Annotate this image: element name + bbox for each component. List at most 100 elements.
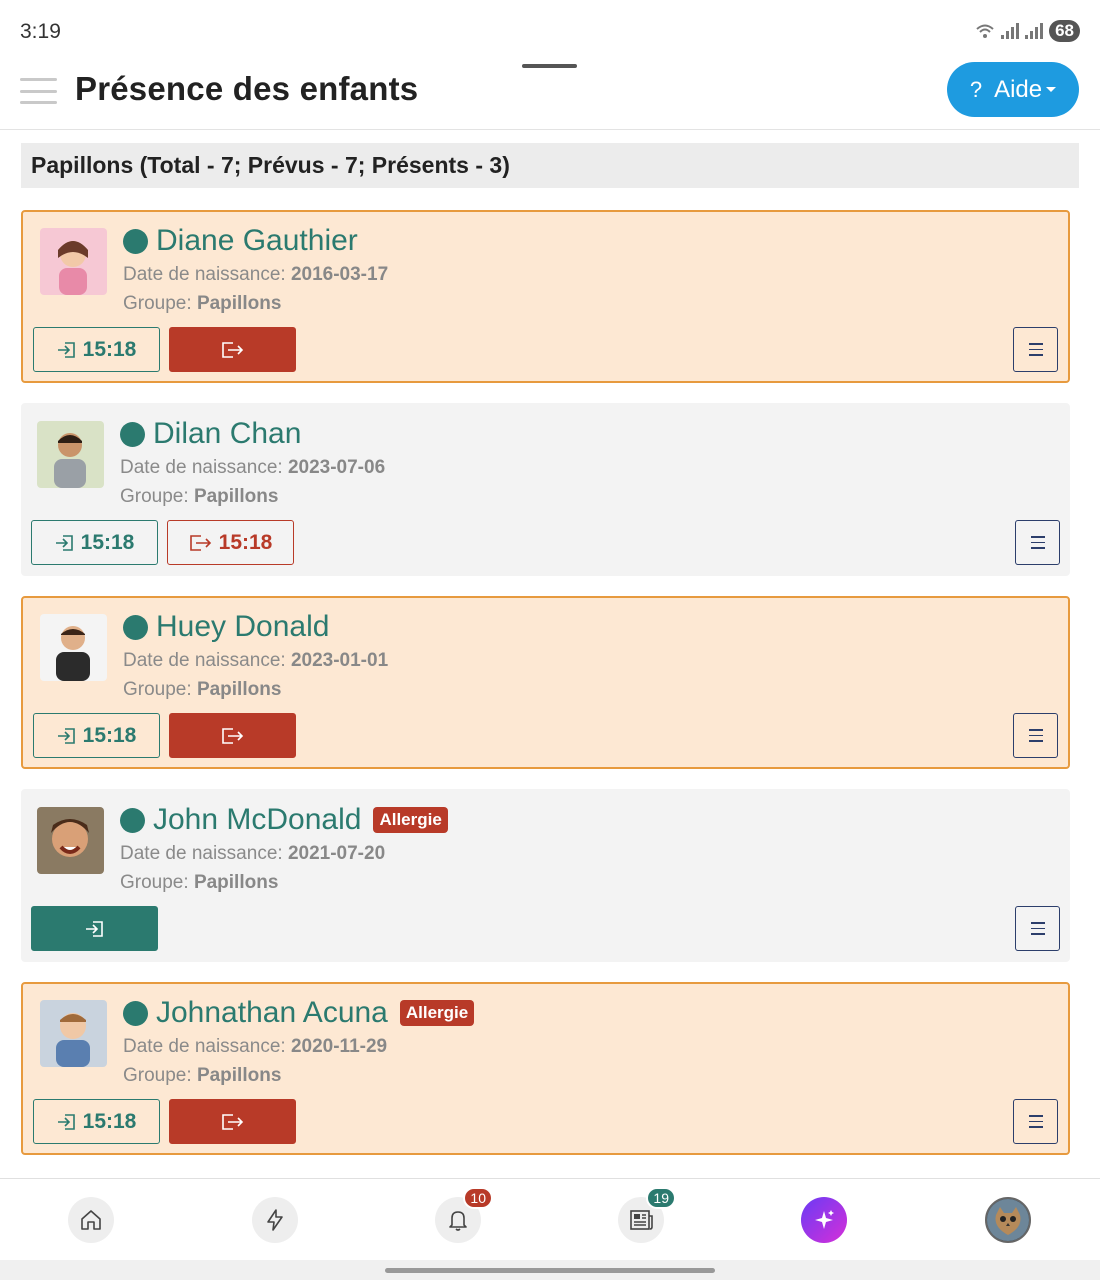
- status-icons: 68: [975, 20, 1080, 42]
- checkin-icon: [85, 920, 103, 937]
- lightning-icon: [267, 1209, 283, 1231]
- child-group: Groupe: Papillons: [120, 486, 279, 507]
- sparkles-icon: [815, 1210, 834, 1229]
- bottom-nav: 10 19: [0, 1178, 1100, 1260]
- hamburger-menu-icon[interactable]: [20, 78, 57, 104]
- checkout-button[interactable]: [169, 1099, 296, 1144]
- checkout-icon: [221, 1113, 243, 1130]
- name-row: Dilan Chan: [120, 417, 301, 451]
- help-button[interactable]: ? Aide: [947, 62, 1079, 117]
- caret-down-icon: [1046, 87, 1057, 92]
- checkin-button[interactable]: 15:18: [33, 713, 160, 758]
- name-row: Diane Gauthier: [123, 224, 358, 258]
- allergy-badge: Allergie: [399, 1000, 475, 1026]
- checkin-icon: [55, 534, 73, 551]
- menu-icon: [1030, 536, 1045, 549]
- child-menu-button[interactable]: [1015, 520, 1060, 565]
- child-card: Diane Gauthier Date de naissance: 2016-0…: [21, 210, 1070, 383]
- child-name[interactable]: Diane Gauthier: [156, 224, 358, 258]
- name-row: Huey Donald: [123, 610, 329, 644]
- status-time: 3:19: [20, 20, 61, 43]
- status-dot-icon: [123, 1000, 148, 1026]
- child-dob: Date de naissance: 2023-07-06: [120, 457, 386, 478]
- menu-icon: [1028, 729, 1043, 742]
- help-label: Aide: [994, 75, 1043, 103]
- status-dot-icon: [123, 228, 148, 254]
- child-card: Johnathan Acuna Allergie Date de naissan…: [21, 982, 1070, 1155]
- nav-profile[interactable]: [985, 1197, 1031, 1243]
- child-name[interactable]: John McDonald: [153, 803, 361, 837]
- child-dob: Date de naissance: 2016-03-17: [123, 264, 389, 285]
- notification-badge: 10: [463, 1187, 493, 1209]
- status-dot-icon: [120, 807, 145, 833]
- system-home-bar[interactable]: [0, 1260, 1100, 1280]
- checkout-button[interactable]: 15:18: [167, 520, 294, 565]
- battery-indicator: 68: [1049, 20, 1080, 42]
- checkout-icon: [221, 341, 243, 358]
- child-group: Groupe: Papillons: [123, 293, 282, 314]
- checkin-time: 15:18: [82, 723, 137, 747]
- question-icon: ?: [969, 76, 983, 102]
- child-menu-button[interactable]: [1015, 906, 1060, 951]
- child-avatar: [37, 807, 104, 874]
- child-card: Huey Donald Date de naissance: 2023-01-0…: [21, 596, 1070, 769]
- status-dot-icon: [123, 614, 148, 640]
- child-dob: Date de naissance: 2023-01-01: [123, 650, 389, 671]
- checkin-button[interactable]: [31, 906, 158, 951]
- page-title: Présence des enfants: [75, 70, 419, 107]
- menu-icon: [1030, 922, 1045, 935]
- checkin-time: 15:18: [82, 337, 137, 361]
- child-avatar: [40, 228, 107, 295]
- child-name[interactable]: Huey Donald: [156, 610, 329, 644]
- app-header: Présence des enfants ? Aide: [0, 60, 1100, 130]
- checkout-icon: [189, 534, 211, 551]
- news-badge: 19: [646, 1187, 676, 1209]
- checkout-time: 15:18: [218, 530, 273, 554]
- wifi-icon: [976, 24, 994, 38]
- nav-news[interactable]: 19: [618, 1187, 676, 1243]
- child-avatar: [40, 1000, 107, 1067]
- child-group: Groupe: Papillons: [120, 872, 279, 893]
- status-bar: 3:19 68: [0, 0, 1100, 60]
- checkin-icon: [57, 1113, 75, 1130]
- checkin-button[interactable]: 15:18: [33, 1099, 160, 1144]
- child-name[interactable]: Johnathan Acuna: [156, 996, 388, 1030]
- checkout-button[interactable]: [169, 327, 296, 372]
- child-menu-button[interactable]: [1013, 713, 1058, 758]
- child-avatar: [40, 614, 107, 681]
- menu-icon: [1028, 1115, 1043, 1128]
- signal-icon-2: [1025, 23, 1044, 39]
- checkout-button[interactable]: [169, 713, 296, 758]
- checkin-button[interactable]: 15:18: [31, 520, 158, 565]
- nav-ai-assistant[interactable]: [801, 1197, 847, 1243]
- signal-icon: [1001, 23, 1020, 39]
- child-menu-button[interactable]: [1013, 327, 1058, 372]
- child-menu-button[interactable]: [1013, 1099, 1058, 1144]
- child-group: Groupe: Papillons: [123, 1065, 282, 1086]
- nav-home[interactable]: [68, 1197, 114, 1243]
- nav-notifications[interactable]: 10: [435, 1187, 493, 1243]
- newspaper-icon: [630, 1210, 653, 1230]
- name-row: Johnathan Acuna Allergie: [123, 996, 475, 1030]
- child-list: Diane Gauthier Date de naissance: 2016-0…: [21, 210, 1070, 1175]
- checkin-time: 15:18: [80, 530, 135, 554]
- home-icon: [81, 1210, 101, 1230]
- bell-icon: [449, 1211, 467, 1231]
- name-row: John McDonald Allergie: [120, 803, 448, 837]
- group-header: Papillons (Total - 7; Prévus - 7; Présen…: [21, 143, 1079, 188]
- status-dot-icon: [120, 421, 145, 447]
- checkin-button[interactable]: 15:18: [33, 327, 160, 372]
- child-group: Groupe: Papillons: [123, 679, 282, 700]
- child-name[interactable]: Dilan Chan: [153, 417, 301, 451]
- checkout-icon: [221, 727, 243, 744]
- child-dob: Date de naissance: 2021-07-20: [120, 843, 386, 864]
- checkin-icon: [57, 341, 75, 358]
- profile-avatar: [987, 1199, 1029, 1241]
- checkin-icon: [57, 727, 75, 744]
- menu-icon: [1028, 343, 1043, 356]
- child-avatar: [37, 421, 104, 488]
- nav-activity[interactable]: [252, 1197, 298, 1243]
- child-card: John McDonald Allergie Date de naissance…: [21, 789, 1070, 962]
- allergy-badge: Allergie: [373, 807, 448, 833]
- child-dob: Date de naissance: 2020-11-29: [123, 1036, 388, 1057]
